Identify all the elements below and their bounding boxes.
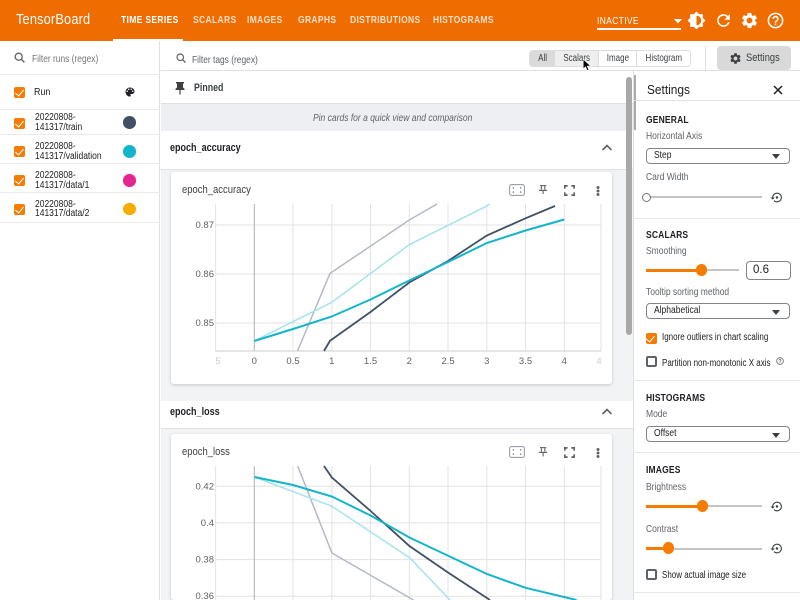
- svg-text:0.42: 0.42: [196, 481, 215, 492]
- svg-text:1.5: 1.5: [364, 356, 377, 367]
- svg-text:5: 5: [215, 356, 220, 367]
- svg-text:3.5: 3.5: [519, 356, 532, 367]
- svg-text:0.36: 0.36: [196, 591, 215, 600]
- svg-text:1: 1: [329, 356, 334, 367]
- svg-text:3: 3: [484, 356, 489, 367]
- svg-text:0.86: 0.86: [196, 269, 215, 280]
- svg-text:0.38: 0.38: [196, 555, 215, 566]
- svg-text:0.85: 0.85: [196, 318, 215, 329]
- svg-text:4: 4: [562, 356, 567, 367]
- svg-text:?: ?: [778, 359, 781, 365]
- svg-text:0: 0: [252, 356, 257, 367]
- svg-text:0.5: 0.5: [286, 356, 299, 367]
- svg-text:2.5: 2.5: [441, 356, 454, 367]
- svg-text:4: 4: [596, 356, 601, 367]
- svg-text:0.87: 0.87: [196, 220, 215, 231]
- svg-text:2: 2: [407, 356, 412, 367]
- svg-text:0.4: 0.4: [201, 518, 214, 529]
